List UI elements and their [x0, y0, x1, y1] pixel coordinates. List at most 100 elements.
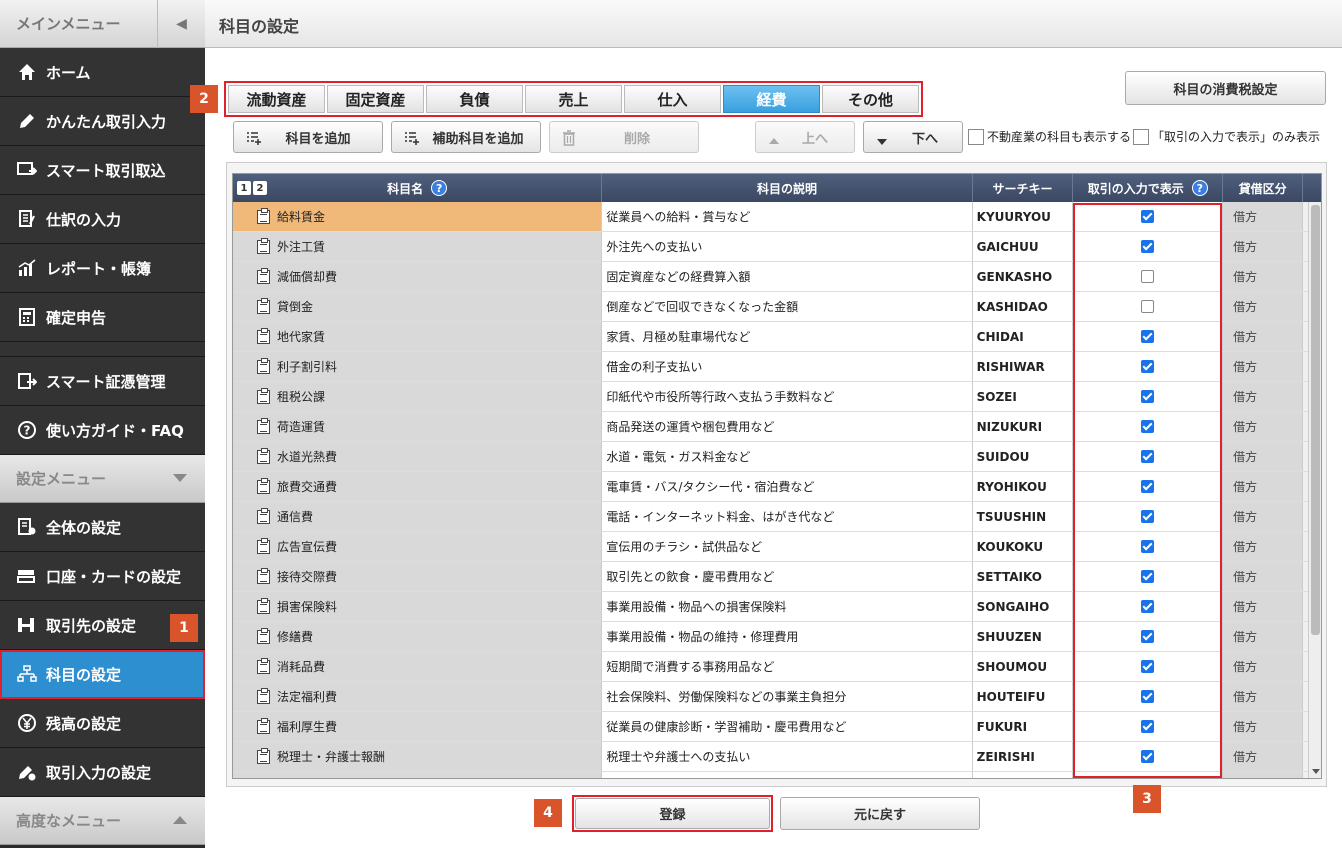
table-row[interactable]: 貸倒金 倒産などで回収できなくなった金額 KASHIDAO 借方 [233, 292, 1321, 322]
show-in-entry-checkbox[interactable] [1141, 720, 1155, 733]
account-name-cell[interactable]: 給料賃金 [233, 202, 603, 231]
show-in-entry-checkbox[interactable] [1141, 360, 1155, 373]
account-desc-cell[interactable]: 家賃、月極め駐車場代など [602, 322, 973, 351]
account-name-cell[interactable]: 減価償却費 [233, 262, 603, 291]
account-desc-cell[interactable]: 社会保険料、労働保険料などの事業主負担分 [602, 682, 973, 711]
sidebar-item-smart-import[interactable]: スマート取引取込 [0, 146, 205, 195]
tab-current-assets[interactable]: 流動資産 [228, 85, 325, 113]
search-key-cell[interactable]: SHUUZEN [973, 622, 1074, 651]
show-real-estate-checkbox[interactable] [968, 128, 984, 145]
search-key-cell[interactable]: TSUUSHIN [973, 502, 1074, 531]
table-row[interactable] [233, 772, 1321, 778]
show-in-entry-checkbox[interactable] [1141, 450, 1155, 463]
account-name-cell[interactable]: 税理士・弁護士報酬 [233, 742, 603, 771]
show-in-entry-checkbox[interactable] [1141, 630, 1155, 643]
add-sub-account-button[interactable]: 補助科目を追加 [391, 121, 541, 153]
table-row[interactable]: 広告宣伝費 宣伝用のチラシ・試供品など KOUKOKU 借方 [233, 532, 1321, 562]
scrollbar-thumb[interactable] [1311, 205, 1320, 635]
settings-menu-header[interactable]: 設定メニュー [0, 455, 205, 503]
account-name-cell[interactable]: 租税公課 [233, 382, 603, 411]
account-name-cell[interactable]: 水道光熱費 [233, 442, 603, 471]
account-desc-cell[interactable]: 電話・インターネット料金、はがき代など [602, 502, 973, 531]
tab-purchases[interactable]: 仕入 [624, 85, 721, 113]
account-desc-cell[interactable]: 借金の利子支払い [602, 352, 973, 381]
show-in-entry-checkbox[interactable] [1141, 570, 1155, 583]
account-name-cell[interactable]: 利子割引料 [233, 352, 603, 381]
tab-other[interactable]: その他 [822, 85, 919, 113]
table-row[interactable]: 通信費 電話・インターネット料金、はがき代など TSUUSHIN 借方 [233, 502, 1321, 532]
col-header-name[interactable]: 1 2 科目名 ? [233, 174, 603, 202]
register-button[interactable]: 登録 [575, 798, 770, 829]
sidebar-item-tax-return[interactable]: 確定申告 [0, 293, 205, 342]
search-key-cell[interactable]: SHOUMOU [973, 652, 1074, 681]
account-name-cell[interactable]: 福利厚生費 [233, 712, 603, 741]
account-desc-cell[interactable]: 倒産などで回収できなくなった金額 [602, 292, 973, 321]
table-row[interactable]: 法定福利費 社会保険料、労働保険料などの事業主負担分 HOUTEIFU 借方 [233, 682, 1321, 712]
table-row[interactable]: 消耗品費 短期間で消費する事務用品など SHOUMOU 借方 [233, 652, 1321, 682]
account-desc-cell[interactable]: 水道・電気・ガス料金など [602, 442, 973, 471]
account-name-cell[interactable]: 広告宣伝費 [233, 532, 603, 561]
table-row[interactable]: 利子割引料 借金の利子支払い RISHIWAR 借方 [233, 352, 1321, 382]
search-key-cell[interactable] [973, 772, 1074, 778]
account-name-cell[interactable]: 荷造運賃 [233, 412, 603, 441]
search-key-cell[interactable]: GAICHUU [973, 232, 1074, 261]
search-key-cell[interactable]: SETTAIKO [973, 562, 1074, 591]
page-1-button[interactable]: 1 [237, 181, 251, 195]
account-name-cell[interactable]: 接待交際費 [233, 562, 603, 591]
table-row[interactable]: 租税公課 印紙代や市役所等行政へ支払う手数料など SOZEI 借方 [233, 382, 1321, 412]
account-desc-cell[interactable]: 従業員の健康診断・学習補助・慶弔費用など [602, 712, 973, 741]
sidebar-item-easy-entry[interactable]: かんたん取引入力 [0, 97, 205, 146]
account-name-cell[interactable]: 外注工賃 [233, 232, 603, 261]
show-in-entry-checkbox[interactable] [1141, 240, 1155, 253]
sidebar-item-tx-input-settings[interactable]: 取引入力の設定 [0, 748, 205, 797]
tab-fixed-assets[interactable]: 固定資産 [327, 85, 424, 113]
account-name-cell[interactable]: 修繕費 [233, 622, 603, 651]
account-name-cell[interactable]: 消耗品費 [233, 652, 603, 681]
search-key-cell[interactable]: KOUKOKU [973, 532, 1074, 561]
sidebar-item-account-settings[interactable]: 科目の設定 [0, 650, 205, 699]
move-up-button[interactable]: 上へ [755, 121, 855, 153]
table-row[interactable]: 旅費交通費 電車賃・バス/タクシー代・宿泊費など RYOHIKOU 借方 [233, 472, 1321, 502]
account-desc-cell[interactable]: 宣伝用のチラシ・試供品など [602, 532, 973, 561]
table-row[interactable]: 福利厚生費 従業員の健康診断・学習補助・慶弔費用など FUKURI 借方 [233, 712, 1321, 742]
account-desc-cell[interactable]: 事業用設備・物品の維持・修理費用 [602, 622, 973, 651]
account-name-cell[interactable]: 貸倒金 [233, 292, 603, 321]
table-row[interactable]: 荷造運賃 商品発送の運賃や梱包費用など NIZUKURI 借方 [233, 412, 1321, 442]
sidebar-item-guide-faq[interactable]: ? 使い方ガイド・FAQ [0, 406, 205, 455]
collapse-sidebar-icon[interactable]: ◀ [157, 0, 205, 48]
account-name-cell[interactable]: 通信費 [233, 502, 603, 531]
page-2-button[interactable]: 2 [253, 181, 267, 195]
tab-sales[interactable]: 売上 [525, 85, 622, 113]
grid-scrollbar[interactable] [1308, 202, 1321, 778]
delete-button[interactable]: 削除 [549, 121, 699, 153]
account-name-cell[interactable]: 法定福利費 [233, 682, 603, 711]
show-real-estate-option[interactable]: 不動産業の科目も表示する [968, 128, 1131, 145]
search-key-cell[interactable]: KASHIDAO [973, 292, 1074, 321]
table-row[interactable]: 外注工賃 外注先への支払い GAICHUU 借方 [233, 232, 1321, 262]
table-row[interactable]: 税理士・弁護士報酬 税理士や弁護士への支払い ZEIRISHI 借方 [233, 742, 1321, 772]
search-key-cell[interactable]: HOUTEIFU [973, 682, 1074, 711]
show-in-entry-checkbox[interactable] [1141, 330, 1155, 343]
move-down-button[interactable]: 下へ [863, 121, 963, 153]
show-in-entry-checkbox[interactable] [1141, 660, 1155, 673]
account-desc-cell[interactable]: 従業員への給料・賞与など [602, 202, 973, 231]
account-desc-cell[interactable]: 事業用設備・物品への損害保険料 [602, 592, 973, 621]
show-in-entry-checkbox[interactable] [1141, 480, 1155, 493]
table-row[interactable]: 給料賃金 従業員への給料・賞与など KYUURYOU 借方 [233, 202, 1321, 232]
account-desc-cell[interactable]: 電車賃・バス/タクシー代・宿泊費など [602, 472, 973, 501]
show-only-tx-option[interactable]: 「取引の入力で表示」のみ表示 [1133, 128, 1320, 145]
table-row[interactable]: 損害保険料 事業用設備・物品への損害保険料 SONGAIHO 借方 [233, 592, 1321, 622]
table-row[interactable]: 修繕費 事業用設備・物品の維持・修理費用 SHUUZEN 借方 [233, 622, 1321, 652]
help-icon[interactable]: ? [431, 180, 448, 196]
show-only-tx-checkbox[interactable] [1133, 128, 1149, 145]
show-in-entry-checkbox[interactable] [1141, 510, 1155, 523]
revert-button[interactable]: 元に戻す [780, 797, 980, 830]
show-in-entry-checkbox[interactable] [1141, 750, 1155, 763]
sidebar-item-smart-voucher[interactable]: スマート証憑管理 [0, 357, 205, 406]
account-desc-cell[interactable]: 税理士や弁護士への支払い [602, 742, 973, 771]
advanced-menu-header[interactable]: 高度なメニュー [0, 797, 205, 845]
sidebar-item-general-settings[interactable]: 全体の設定 [0, 503, 205, 552]
sidebar-item-account-card-settings[interactable]: 口座・カードの設定 [0, 552, 205, 601]
account-desc-cell[interactable]: 取引先との飲食・慶弔費用など [602, 562, 973, 591]
show-in-entry-checkbox[interactable] [1141, 420, 1155, 433]
